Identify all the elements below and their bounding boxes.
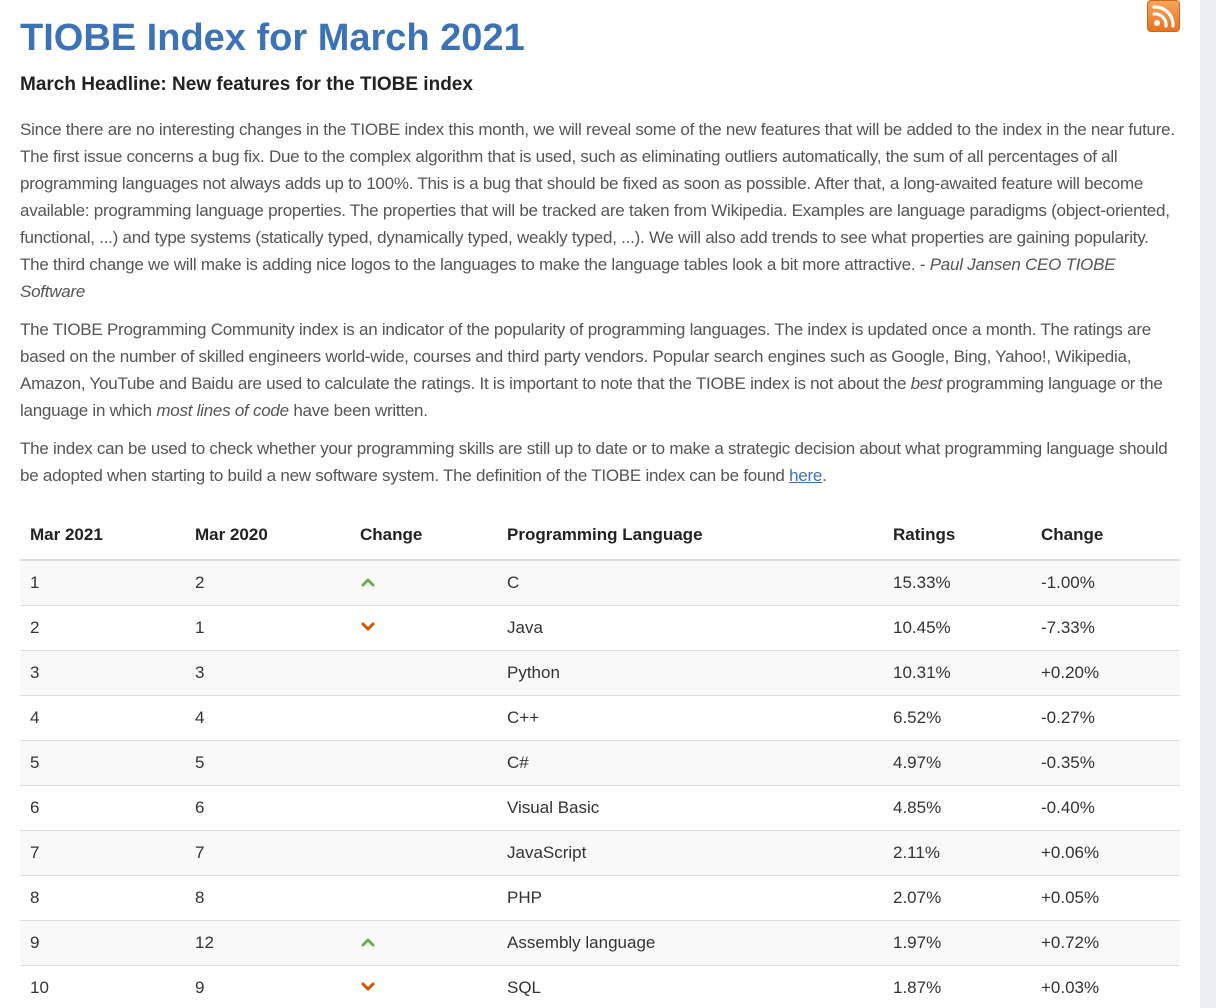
header-current-month: Mar 2021 bbox=[20, 511, 185, 561]
description-emphasis-1: best bbox=[910, 374, 942, 393]
cell-change: +0.20% bbox=[1031, 650, 1180, 696]
cell-rating: 15.33% bbox=[883, 560, 1031, 606]
cell-rating: 1.97% bbox=[883, 920, 1031, 966]
cell-language: Visual Basic bbox=[497, 785, 883, 831]
description-text-3: have been written. bbox=[288, 401, 428, 420]
table-row: 7 7 JavaScript 2.11% +0.06% bbox=[20, 830, 1180, 876]
cell-previous-rank: 2 bbox=[185, 560, 350, 606]
table-row: 5 5 C# 4.97% -0.35% bbox=[20, 740, 1180, 786]
usage-text: The index can be used to check whether y… bbox=[20, 439, 1168, 485]
cell-change: -7.33% bbox=[1031, 605, 1180, 651]
cell-change: -1.00% bbox=[1031, 560, 1180, 606]
cell-trend bbox=[350, 920, 497, 966]
cell-change: -0.27% bbox=[1031, 695, 1180, 741]
cell-current-rank: 10 bbox=[20, 965, 185, 1008]
intro-paragraph: Since there are no interesting changes i… bbox=[20, 116, 1180, 305]
cell-trend bbox=[350, 785, 497, 831]
chevron-down-icon bbox=[361, 982, 375, 991]
intro-text: Since there are no interesting changes i… bbox=[20, 120, 1175, 274]
description-emphasis-2: most lines of code bbox=[156, 401, 289, 420]
description-paragraph: The TIOBE Programming Community index is… bbox=[20, 316, 1180, 424]
page-edge-strip bbox=[1200, 0, 1216, 1008]
cell-current-rank: 9 bbox=[20, 920, 185, 966]
cell-rating: 6.52% bbox=[883, 695, 1031, 741]
cell-language: C# bbox=[497, 740, 883, 786]
ranking-table: Mar 2021 Mar 2020 Change Programming Lan… bbox=[20, 511, 1180, 1008]
cell-language: C++ bbox=[497, 695, 883, 741]
cell-language: Assembly language bbox=[497, 920, 883, 966]
cell-current-rank: 6 bbox=[20, 785, 185, 831]
definition-link[interactable]: here bbox=[789, 466, 822, 485]
cell-rating: 10.45% bbox=[883, 605, 1031, 651]
usage-paragraph: The index can be used to check whether y… bbox=[20, 435, 1180, 489]
cell-change: -0.35% bbox=[1031, 740, 1180, 786]
cell-current-rank: 2 bbox=[20, 605, 185, 651]
cell-current-rank: 7 bbox=[20, 830, 185, 876]
cell-previous-rank: 4 bbox=[185, 695, 350, 741]
table-row: 8 8 PHP 2.07% +0.05% bbox=[20, 875, 1180, 921]
cell-language: PHP bbox=[497, 875, 883, 921]
cell-rating: 4.97% bbox=[883, 740, 1031, 786]
cell-language: Java bbox=[497, 605, 883, 651]
cell-language: JavaScript bbox=[497, 830, 883, 876]
cell-change: +0.06% bbox=[1031, 830, 1180, 876]
cell-rating: 2.11% bbox=[883, 830, 1031, 876]
cell-current-rank: 8 bbox=[20, 875, 185, 921]
chevron-down-icon bbox=[361, 622, 375, 631]
cell-rating: 4.85% bbox=[883, 785, 1031, 831]
header-previous-year: Mar 2020 bbox=[185, 511, 350, 561]
cell-rating: 1.87% bbox=[883, 965, 1031, 1008]
table-header-row: Mar 2021 Mar 2020 Change Programming Lan… bbox=[20, 511, 1180, 561]
cell-trend bbox=[350, 560, 497, 606]
table-row: 3 3 Python 10.31% +0.20% bbox=[20, 650, 1180, 696]
chevron-up-icon bbox=[361, 938, 375, 947]
page-title: TIOBE Index for March 2021 bbox=[20, 17, 525, 59]
cell-trend bbox=[350, 965, 497, 1008]
cell-current-rank: 1 bbox=[20, 560, 185, 606]
cell-change: -0.40% bbox=[1031, 785, 1180, 831]
table-row: 4 4 C++ 6.52% -0.27% bbox=[20, 695, 1180, 741]
cell-change: +0.05% bbox=[1031, 875, 1180, 921]
table-body: 1 2 C 15.33% -1.00% 2 1 Java 10.45% -7.33% 3 3 Pytho… bbox=[20, 560, 1180, 1008]
cell-rating: 2.07% bbox=[883, 875, 1031, 921]
cell-language: SQL bbox=[497, 965, 883, 1008]
cell-current-rank: 3 bbox=[20, 650, 185, 696]
header-language: Programming Language bbox=[497, 511, 883, 561]
header-change-value: Change bbox=[1031, 511, 1180, 561]
cell-previous-rank: 5 bbox=[185, 740, 350, 786]
cell-trend bbox=[350, 740, 497, 786]
usage-end: . bbox=[822, 466, 827, 485]
cell-rating: 10.31% bbox=[883, 650, 1031, 696]
header-ratings: Ratings bbox=[883, 511, 1031, 561]
cell-trend bbox=[350, 875, 497, 921]
cell-previous-rank: 12 bbox=[185, 920, 350, 966]
cell-change: +0.72% bbox=[1031, 920, 1180, 966]
table-row: 1 2 C 15.33% -1.00% bbox=[20, 560, 1180, 606]
table-row: 10 9 SQL 1.87% +0.03% bbox=[20, 965, 1180, 1008]
cell-current-rank: 4 bbox=[20, 695, 185, 741]
cell-previous-rank: 6 bbox=[185, 785, 350, 831]
header-change-indicator: Change bbox=[350, 511, 497, 561]
page: TIOBE Index for March 2021 March Headlin… bbox=[0, 0, 1216, 1008]
cell-language: Python bbox=[497, 650, 883, 696]
cell-previous-rank: 9 bbox=[185, 965, 350, 1008]
cell-trend bbox=[350, 605, 497, 651]
main-content: TIOBE Index for March 2021 March Headlin… bbox=[20, 14, 1180, 1008]
cell-current-rank: 5 bbox=[20, 740, 185, 786]
cell-previous-rank: 8 bbox=[185, 875, 350, 921]
headline: March Headline: New features for the TIO… bbox=[20, 74, 473, 95]
cell-change: +0.03% bbox=[1031, 965, 1180, 1008]
cell-trend bbox=[350, 830, 497, 876]
table-row: 9 12 Assembly language 1.97% +0.72% bbox=[20, 920, 1180, 966]
cell-previous-rank: 1 bbox=[185, 605, 350, 651]
cell-language: C bbox=[497, 560, 883, 606]
cell-trend bbox=[350, 650, 497, 696]
table-row: 6 6 Visual Basic 4.85% -0.40% bbox=[20, 785, 1180, 831]
table-row: 2 1 Java 10.45% -7.33% bbox=[20, 605, 1180, 651]
cell-previous-rank: 7 bbox=[185, 830, 350, 876]
cell-previous-rank: 3 bbox=[185, 650, 350, 696]
cell-trend bbox=[350, 695, 497, 741]
chevron-up-icon bbox=[361, 578, 375, 587]
